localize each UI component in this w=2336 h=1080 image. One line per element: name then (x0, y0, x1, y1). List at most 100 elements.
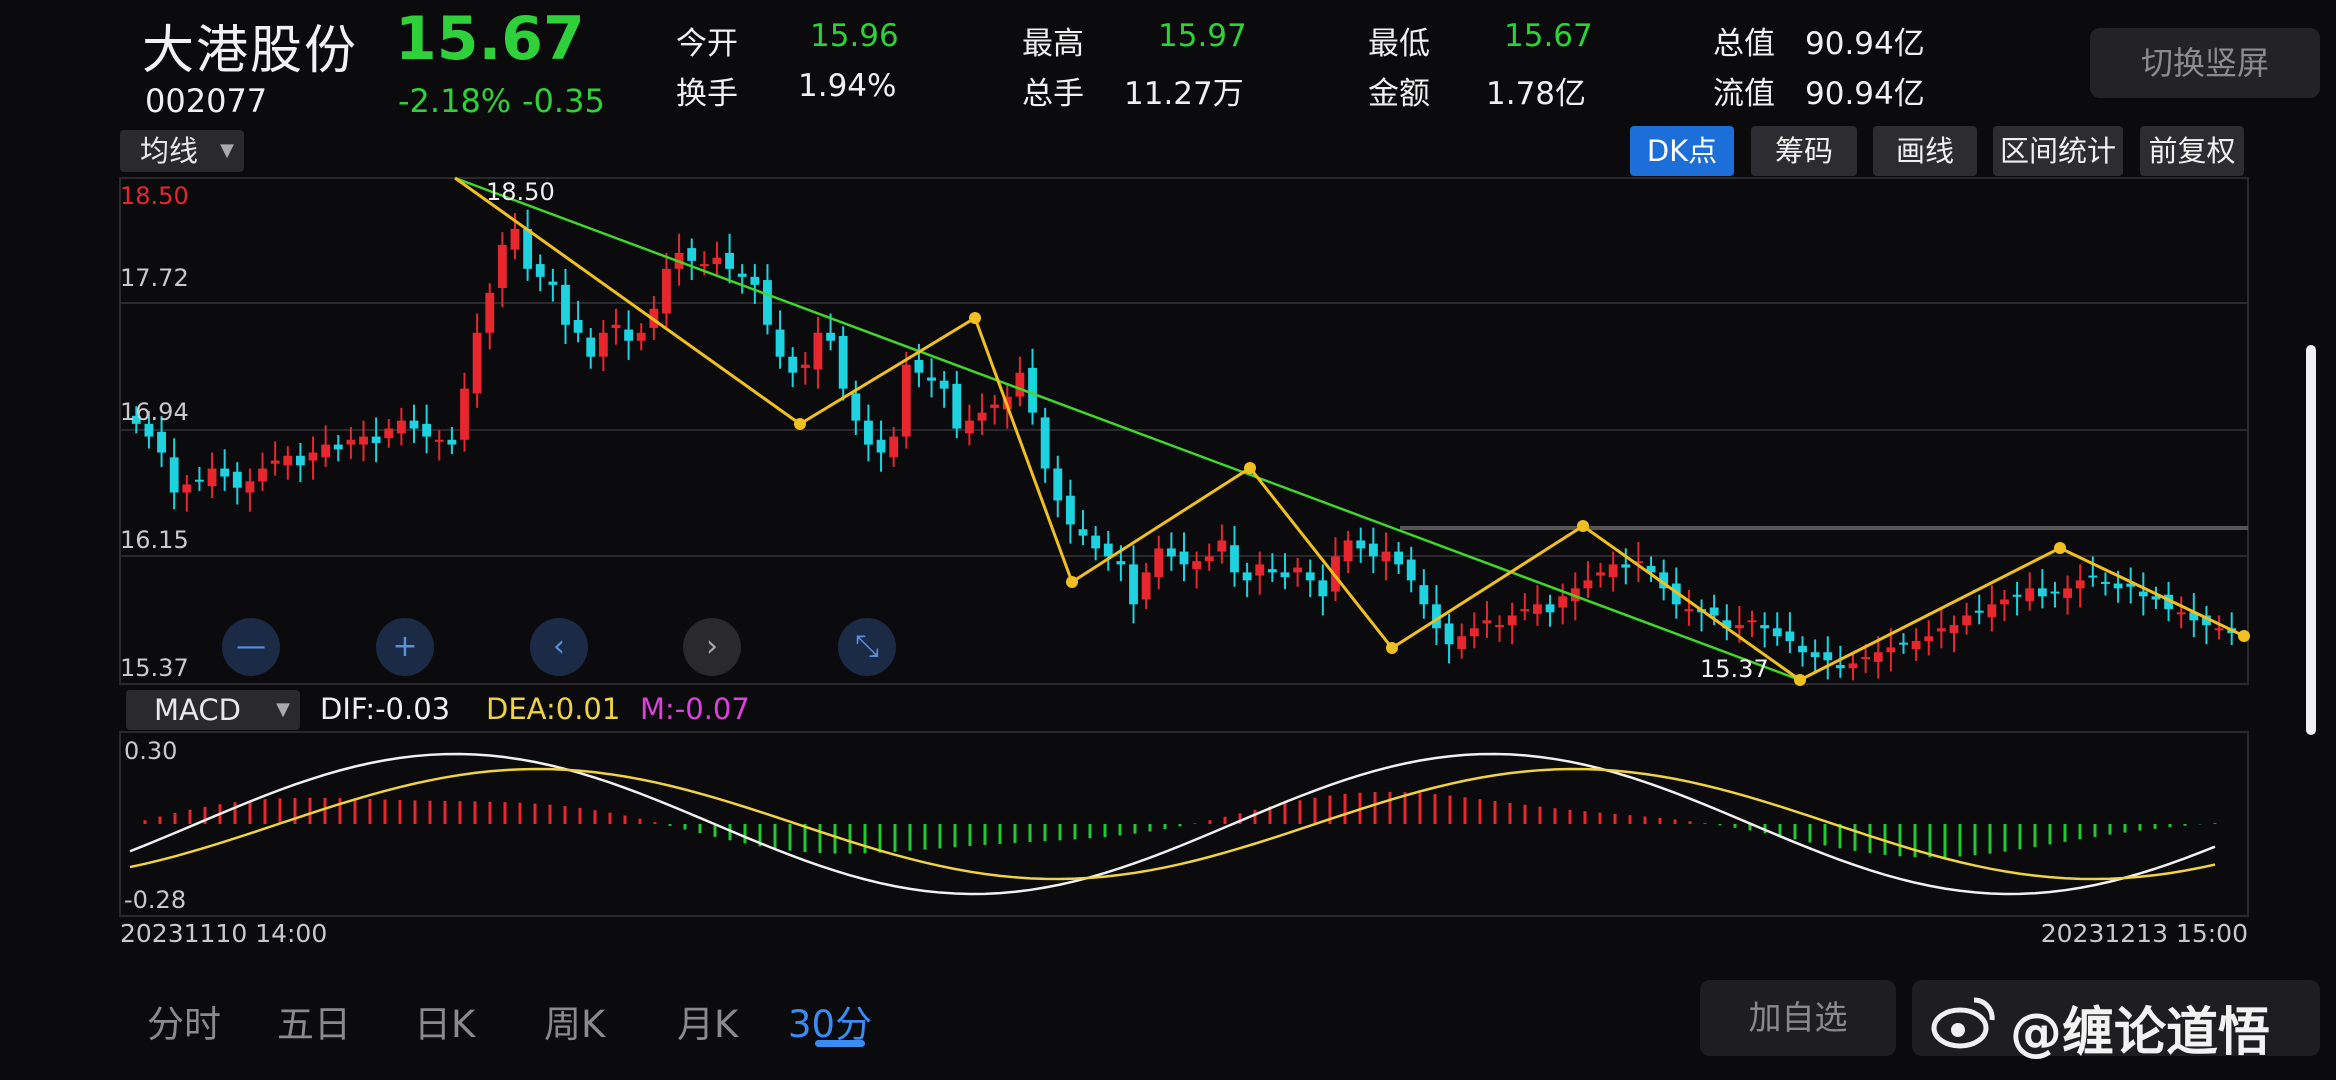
candle-body (914, 359, 924, 373)
candle-body (2176, 612, 2186, 615)
y-tick-label: 17.72 (120, 264, 189, 292)
candle-body (1507, 615, 1517, 626)
candle-body (2012, 594, 2022, 597)
candle-body (750, 276, 760, 285)
date-start-label: 20231110 14:00 (120, 919, 327, 948)
tab-weekly[interactable]: 周K (544, 994, 605, 1048)
candle-body (2063, 588, 2073, 598)
candle-body (1684, 609, 1694, 612)
candle-body (1129, 564, 1138, 605)
candle-body (1608, 564, 1618, 578)
candle-body (359, 436, 368, 445)
y-tick-label: 16.15 (120, 526, 189, 554)
candle-body (1305, 572, 1315, 581)
stroke-point (1066, 576, 1078, 588)
watermark-text: @缠论道悟 (2010, 1003, 2271, 1063)
candle-body (1204, 556, 1214, 562)
candle-body (1823, 652, 1833, 661)
candle-body (712, 257, 722, 265)
candle-body (624, 329, 634, 341)
candle-body (409, 420, 419, 429)
candle-body (1772, 628, 1782, 637)
candle-body (1520, 609, 1530, 612)
candle-body (1482, 620, 1492, 624)
candle-body (573, 319, 583, 333)
candle-body (485, 292, 495, 333)
dif-line (129, 752, 2216, 896)
scrollbar[interactable] (2306, 345, 2316, 735)
tab-monthly[interactable]: 月K (677, 994, 738, 1048)
candle-body (662, 268, 671, 314)
dea-label: DEA:0.01 (486, 692, 621, 726)
candle-body (2101, 581, 2110, 584)
candle-body (561, 284, 570, 325)
candle-body (371, 436, 381, 443)
candle-body (207, 468, 217, 487)
candle-body (157, 431, 166, 453)
scroll-right-button[interactable]: › (683, 618, 741, 676)
add-watchlist-button[interactable]: 加自选 (1700, 980, 1896, 1056)
candle-body (1962, 615, 1972, 626)
indicator-select[interactable]: MACD ▼ (126, 690, 300, 730)
candle-body (1533, 604, 1542, 614)
candle-body (1949, 625, 1959, 634)
candle-body (939, 380, 949, 389)
candle-body (1709, 607, 1719, 616)
candle-body (1406, 559, 1416, 581)
candle-body (346, 439, 356, 445)
candle-body (384, 428, 394, 439)
macd-y-bottom-label: -0.28 (124, 886, 186, 914)
candle-body (1760, 625, 1770, 629)
candle-body (2214, 628, 2224, 631)
candle-body (1179, 551, 1189, 565)
collapse-icon[interactable]: ⤡ (838, 618, 896, 676)
candle-body (523, 228, 533, 269)
scroll-left-button[interactable]: ‹ (530, 618, 588, 676)
candle-body (1141, 572, 1151, 600)
candle-body (636, 332, 646, 341)
stroke-point (1386, 642, 1398, 654)
dif-label: DIF:-0.03 (320, 692, 451, 726)
candle-body (889, 436, 899, 458)
candle-body (1469, 628, 1479, 637)
candle-body (838, 335, 848, 389)
m-label: M:-0.07 (640, 692, 750, 726)
candlestick-chart[interactable]: 17.72 16.94 16.15 15.37 18.50 18.50 15.3… (0, 0, 2336, 1080)
candle-body (1065, 495, 1075, 525)
candle-body (851, 393, 861, 421)
candle-body (737, 273, 747, 277)
candle-body (927, 377, 936, 381)
high-annotation: 18.50 (486, 178, 555, 206)
candle-body (1053, 468, 1063, 501)
tab-daily[interactable]: 日K (414, 994, 475, 1048)
candle-body (826, 332, 835, 341)
zoom-in-button[interactable]: + (376, 618, 434, 676)
top-price-label: 18.50 (120, 182, 189, 210)
candle-body (2000, 599, 2009, 605)
low-annotation: 15.37 (1700, 655, 1769, 683)
candle-body (1873, 652, 1883, 662)
weibo-logo-icon (1930, 992, 2000, 1052)
candle-body (2138, 591, 2148, 597)
candle-body (1040, 417, 1050, 469)
candle-body (460, 388, 469, 440)
dropdown-arrow-icon: ▼ (276, 699, 290, 720)
candle-body (1116, 561, 1126, 565)
candle-body (434, 439, 444, 442)
candle-body (333, 444, 343, 450)
tab-five-day[interactable]: 五日 (277, 994, 351, 1048)
candle-body (864, 420, 873, 445)
candle-body (232, 471, 242, 488)
candle-body (1293, 567, 1303, 573)
candle-body (195, 479, 204, 482)
candle-body (1911, 641, 1921, 650)
candle-body (1078, 529, 1088, 536)
candle-body (1280, 572, 1290, 578)
candle-body (1848, 663, 1858, 669)
tab-intraday[interactable]: 分时 (147, 994, 221, 1048)
candle-body (1583, 580, 1593, 589)
candle-body (2037, 588, 2047, 597)
candle-body (1343, 540, 1353, 562)
candle-body (1242, 572, 1252, 581)
zoom-out-button[interactable]: — (222, 618, 280, 676)
